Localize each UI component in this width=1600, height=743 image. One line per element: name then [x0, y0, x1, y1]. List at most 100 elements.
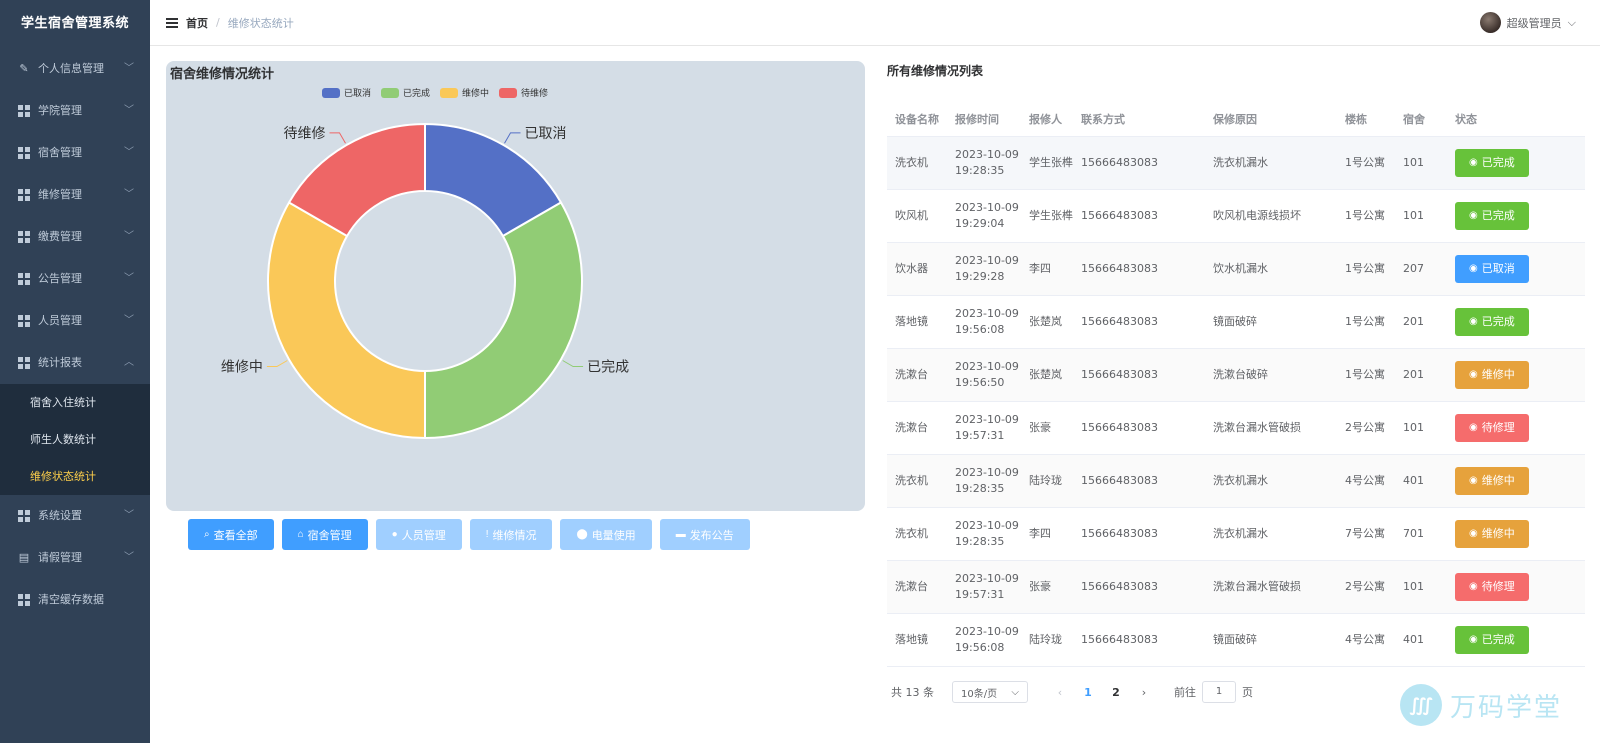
pie-label-line-3	[329, 132, 346, 144]
watermark: ∭ 万码学堂	[1400, 684, 1562, 726]
status-badge[interactable]: ◉ 已完成	[1455, 201, 1529, 230]
cell-building: 1号公寓	[1337, 189, 1395, 243]
eye-icon: ◉	[1469, 262, 1478, 274]
status-badge[interactable]: ◉ 维修中	[1455, 360, 1529, 389]
cell-reporter: 李四	[1021, 507, 1073, 561]
sidebar-item-main-6[interactable]: 人员管理 ﹀	[0, 300, 150, 342]
sidebar-menu: ✎ 个人信息管理 ﹀ 学院管理 ﹀ 宿舍管理 ﹀ 维修管理 ﹀ 缴费管理 ﹀ 公告管理 ﹀ 人员管理 ﹀ 统计…	[0, 48, 150, 621]
menu-toggle-icon[interactable]	[166, 17, 178, 28]
cell-status: ◉ 待修理	[1447, 401, 1585, 455]
sidebar-item-label: 宿舍管理	[38, 146, 82, 159]
sidebar-item-main-4[interactable]: 缴费管理 ﹀	[0, 216, 150, 258]
cell-device: 洗衣机	[887, 454, 947, 508]
cell-room: 101	[1395, 189, 1447, 243]
next-page-icon[interactable]: ›	[1130, 686, 1158, 699]
goto-page: 前往 1 页	[1174, 681, 1253, 703]
status-label: 待修理	[1481, 420, 1515, 434]
cell-time: 2023-10-09 19:57:31	[947, 401, 1021, 455]
cell-reason: 镜面破碎	[1205, 295, 1337, 349]
grid-icon	[18, 510, 30, 522]
breadcrumb-separator: /	[216, 16, 220, 29]
cell-device: 洗衣机	[887, 507, 947, 561]
sidebar-item-label: 个人信息管理	[38, 62, 104, 75]
cell-phone: 15666483083	[1073, 560, 1205, 614]
status-badge[interactable]: ◉ 待修理	[1455, 572, 1529, 601]
action-button-label: 宿舍管理	[307, 529, 352, 542]
table-row: 洗衣机 2023-10-09 19:28:35 李四 15666483083 洗衣机漏水…	[887, 507, 1585, 561]
cell-phone: 15666483083	[1073, 189, 1205, 243]
sidebar-item-label: 维修管理	[38, 188, 82, 201]
grid-icon	[18, 357, 30, 369]
user-menu[interactable]: 超级管理员 ⌵	[1479, 12, 1576, 33]
cell-phone: 15666483083	[1073, 507, 1205, 561]
cell-phone: 15666483083	[1073, 454, 1205, 508]
submenu-item-2[interactable]: 维修状态统计	[0, 458, 150, 495]
user-name[interactable]: 超级管理员	[1507, 15, 1562, 31]
sidebar-item-main-0[interactable]: ✎ 个人信息管理 ﹀	[0, 48, 150, 90]
cell-reporter: 张豪	[1021, 401, 1073, 455]
status-label: 维修中	[1481, 367, 1515, 381]
cell-phone: 15666483083	[1073, 613, 1205, 667]
status-badge[interactable]: ◉ 待修理	[1455, 413, 1529, 442]
eye-icon: ◉	[1469, 580, 1478, 592]
sidebar-item-main-1[interactable]: 学院管理 ﹀	[0, 90, 150, 132]
goto-page-input[interactable]: 1	[1202, 681, 1236, 703]
home-icon: ⌂	[297, 529, 304, 540]
status-label: 已取消	[1481, 261, 1515, 275]
table-row: 洗漱台 2023-10-09 19:56:50 张楚岚 15666483083 洗漱台破…	[887, 348, 1585, 402]
eye-icon: ◉	[1469, 209, 1478, 221]
cell-device: 饮水器	[887, 242, 947, 296]
submenu-item-0[interactable]: 宿舍入住统计	[0, 384, 150, 421]
action-button-3: ! 维修情况	[469, 519, 553, 550]
status-badge[interactable]: ◉ 维修中	[1455, 519, 1529, 548]
status-label: 已完成	[1481, 208, 1515, 222]
breadcrumb-home[interactable]: 首页	[186, 15, 208, 31]
sidebar-item-main-2[interactable]: 宿舍管理 ﹀	[0, 132, 150, 174]
action-button-1[interactable]: ⌂ 宿舍管理	[281, 519, 368, 550]
cell-status: ◉ 已完成	[1447, 295, 1585, 349]
cell-device: 洗衣机	[887, 136, 947, 190]
page-2[interactable]: 2	[1102, 686, 1130, 699]
page-size-select[interactable]: 10条/页 ⌵	[952, 681, 1028, 703]
grid-icon	[18, 315, 30, 327]
pie-slice-2[interactable]	[267, 201, 426, 439]
status-badge[interactable]: ◉ 已取消	[1455, 254, 1529, 283]
cell-reporter: 张楚岚	[1021, 295, 1073, 349]
cell-reason: 洗衣机漏水	[1205, 454, 1337, 508]
user-icon: ●	[391, 529, 398, 540]
sidebar-item-label: 缴费管理	[38, 230, 82, 243]
submenu-item-1[interactable]: 师生人数统计	[0, 421, 150, 458]
sidebar-item-after-2[interactable]: 清空缓存数据	[0, 579, 150, 621]
page-1[interactable]: 1	[1074, 686, 1102, 699]
status-badge[interactable]: ◉ 已完成	[1455, 625, 1529, 654]
cell-room: 101	[1395, 136, 1447, 190]
status-badge[interactable]: ◉ 已完成	[1455, 307, 1529, 336]
sidebar-item-after-0[interactable]: 系统设置 ﹀	[0, 495, 150, 537]
cell-time: 2023-10-09 19:28:35	[947, 136, 1021, 190]
cell-phone: 15666483083	[1073, 136, 1205, 190]
cell-reason: 吹风机电源线损坏	[1205, 189, 1337, 243]
grid-icon	[18, 231, 30, 243]
app-title: 学生宿舍管理系统	[20, 16, 129, 31]
grid-icon	[18, 189, 30, 201]
action-button-0[interactable]: ⌕ 查看全部	[188, 519, 274, 550]
sidebar-item-main-3[interactable]: 维修管理 ﹀	[0, 174, 150, 216]
sidebar-item-main-7[interactable]: 统计报表 ︿	[0, 342, 150, 384]
table-row: 洗漱台 2023-10-09 19:57:31 张豪 15666483083 洗漱台漏水…	[887, 560, 1585, 614]
prev-page-icon[interactable]: ‹	[1046, 686, 1074, 699]
sidebar-item-main-5[interactable]: 公告管理 ﹀	[0, 258, 150, 300]
table-row: 洗漱台 2023-10-09 19:57:31 张豪 15666483083 洗漱台漏水…	[887, 401, 1585, 455]
table-row: 洗衣机 2023-10-09 19:28:35 学生张榫 15666483083 洗衣机…	[887, 136, 1585, 190]
sidebar-item-label: 公告管理	[38, 272, 82, 285]
pie-slice-1[interactable]	[424, 201, 583, 439]
cell-reason: 洗漱台破碎	[1205, 348, 1337, 402]
avatar[interactable]	[1479, 12, 1501, 33]
sidebar-item-after-1[interactable]: ▤ 请假管理 ﹀	[0, 537, 150, 579]
action-button-label: 发布公告	[689, 529, 734, 542]
column-header: 设备名称	[887, 102, 947, 137]
cell-room: 201	[1395, 348, 1447, 402]
pie-label-0: 已取消	[525, 126, 567, 142]
status-badge[interactable]: ◉ 已完成	[1455, 148, 1529, 177]
column-header: 报修人	[1021, 102, 1073, 137]
status-badge[interactable]: ◉ 维修中	[1455, 466, 1529, 495]
